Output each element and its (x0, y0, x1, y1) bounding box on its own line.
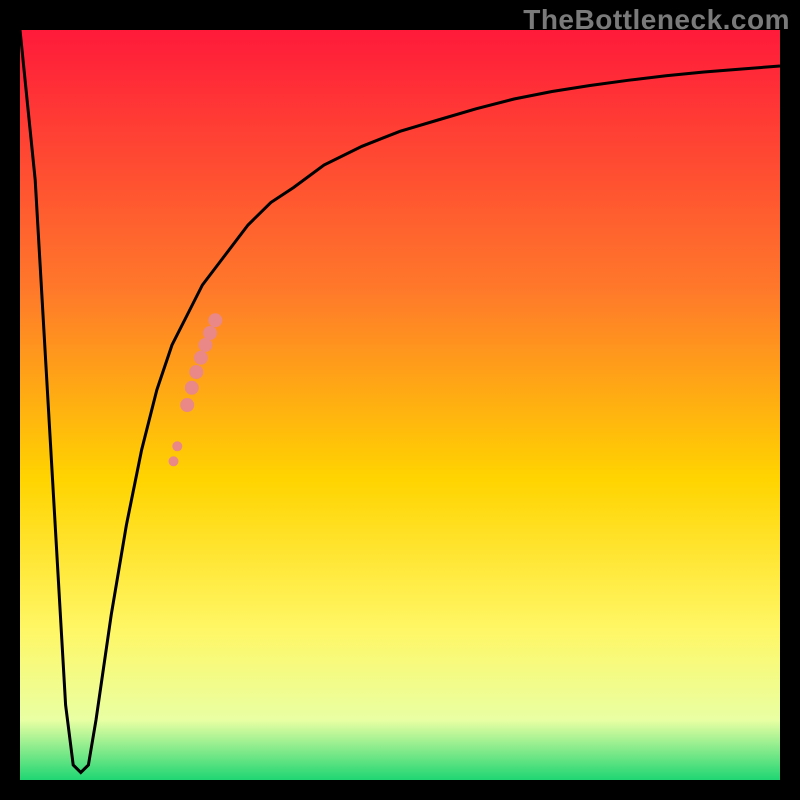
data-marker (194, 351, 208, 365)
data-marker (169, 456, 179, 466)
data-marker (185, 381, 199, 395)
data-marker (203, 326, 217, 340)
data-marker (208, 313, 222, 327)
plot-svg (20, 30, 780, 780)
watermark-label: TheBottleneck.com (523, 4, 790, 36)
data-marker (198, 338, 212, 352)
data-marker (172, 441, 182, 451)
plot-area (20, 30, 780, 780)
data-marker (189, 365, 203, 379)
gradient-background (20, 30, 780, 780)
data-marker (180, 398, 194, 412)
chart-frame: TheBottleneck.com (0, 0, 800, 800)
